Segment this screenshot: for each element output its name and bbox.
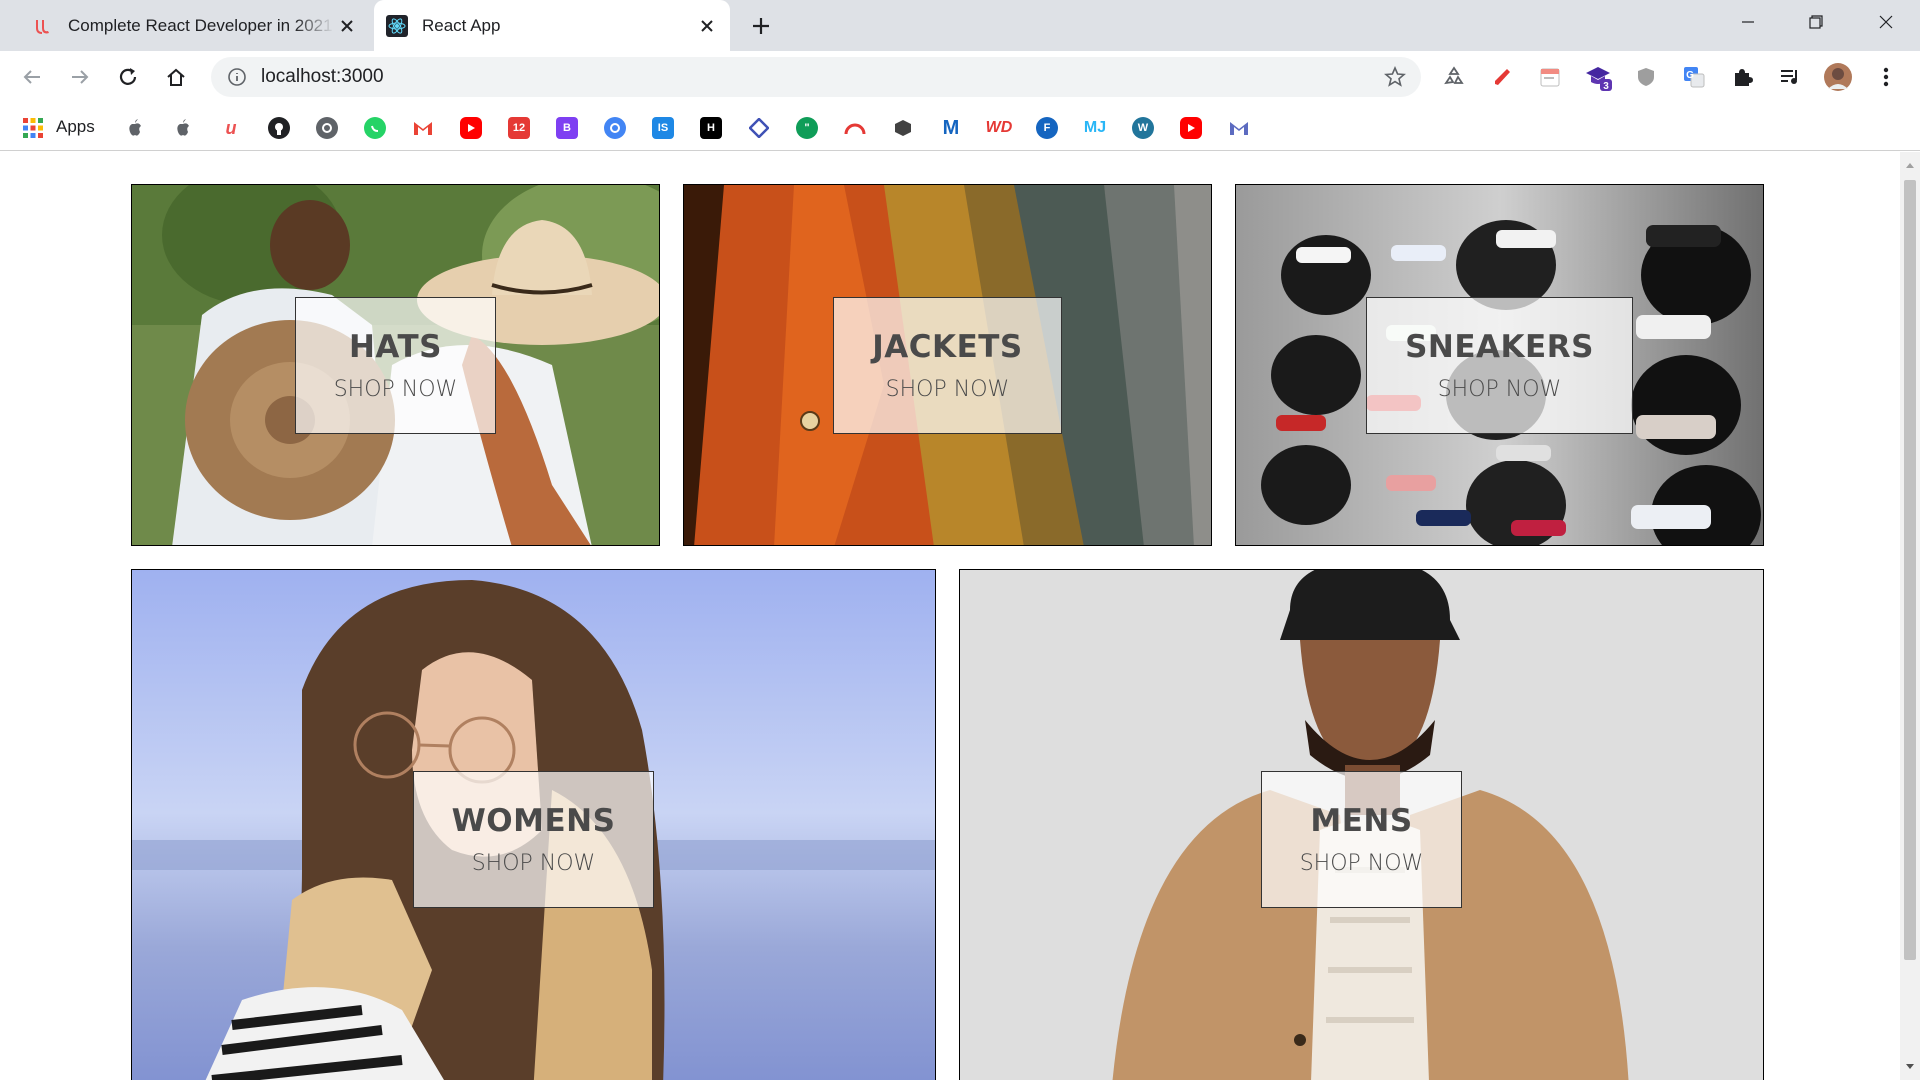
udemy-icon[interactable]: u bbox=[220, 117, 242, 139]
apple-icon[interactable] bbox=[124, 117, 146, 139]
google-translate-icon[interactable]: G bbox=[1680, 63, 1708, 91]
box-icon[interactable] bbox=[892, 117, 914, 139]
gmail-icon[interactable] bbox=[412, 117, 434, 139]
close-window-button[interactable] bbox=[1852, 0, 1920, 44]
section-title: WOMENS bbox=[451, 802, 616, 839]
chrome-icon[interactable] bbox=[604, 117, 626, 139]
apple-icon[interactable] bbox=[172, 117, 194, 139]
back-button[interactable] bbox=[16, 61, 48, 93]
youtube-icon[interactable] bbox=[460, 117, 482, 139]
hackerearth-icon[interactable]: H bbox=[700, 117, 722, 139]
page-viewport: HATS SHOP NOW JACKETS SHOP NOW SNEAKERS … bbox=[0, 152, 1900, 1080]
extension-badge-count: 3 bbox=[1603, 81, 1609, 91]
forward-button[interactable] bbox=[64, 61, 96, 93]
shop-now-label: SHOP NOW bbox=[333, 376, 458, 402]
tab-strip: Complete React Developer in 2021 React A… bbox=[0, 0, 1920, 51]
browser-toolbar: localhost:3000 3 G bbox=[0, 51, 1920, 103]
menu-item-womens[interactable]: WOMENS SHOP NOW bbox=[131, 569, 936, 1080]
graduation-cap-icon[interactable]: 3 bbox=[1584, 63, 1612, 91]
info-icon[interactable] bbox=[225, 65, 249, 89]
shield-icon[interactable] bbox=[1632, 63, 1660, 91]
github-icon[interactable] bbox=[268, 117, 290, 139]
udemy-favicon-icon bbox=[32, 15, 54, 37]
scroll-down-icon[interactable] bbox=[1904, 1060, 1916, 1074]
calendar-ext-icon[interactable] bbox=[1536, 63, 1564, 91]
arrow-left-icon bbox=[23, 70, 40, 84]
shop-now-label: SHOP NOW bbox=[1437, 376, 1562, 402]
section-title: MENS bbox=[1310, 802, 1413, 839]
section-title: HATS bbox=[348, 328, 442, 365]
jackets-content-box[interactable]: JACKETS SHOP NOW bbox=[833, 296, 1062, 434]
tab-title: Complete React Developer in 2021 bbox=[68, 15, 333, 35]
bootstrap-icon[interactable]: B bbox=[556, 117, 578, 139]
page-scrollbar[interactable] bbox=[1900, 152, 1920, 1080]
reload-button[interactable] bbox=[112, 61, 144, 93]
home-button[interactable] bbox=[160, 61, 192, 93]
womens-content-box[interactable]: WOMENS SHOP NOW bbox=[412, 770, 655, 908]
whatsapp-icon[interactable] bbox=[364, 117, 386, 139]
apps-grid-icon[interactable] bbox=[22, 117, 44, 139]
menu-item-hats[interactable]: HATS SHOP NOW bbox=[131, 184, 660, 546]
react-favicon-icon bbox=[386, 14, 408, 37]
menu-item-mens[interactable]: MENS SHOP NOW bbox=[959, 569, 1764, 1080]
gmail-icon[interactable] bbox=[1228, 117, 1250, 139]
tab-udemy[interactable]: Complete React Developer in 2021 bbox=[20, 0, 370, 51]
wd-icon[interactable]: WD bbox=[986, 117, 1013, 139]
minimize-button[interactable] bbox=[1714, 0, 1782, 44]
sneakers-content-box[interactable]: SNEAKERS SHOP NOW bbox=[1366, 296, 1633, 434]
minimize-icon bbox=[1742, 21, 1754, 23]
menu-item-sneakers[interactable]: SNEAKERS SHOP NOW bbox=[1235, 184, 1764, 546]
url-text[interactable]: localhost:3000 bbox=[261, 66, 384, 88]
scrollbar-thumb[interactable] bbox=[1904, 180, 1916, 960]
menu-item-jackets[interactable]: JACKETS SHOP NOW bbox=[683, 184, 1212, 546]
tab-react-app[interactable]: React App bbox=[374, 0, 730, 51]
close-icon bbox=[1879, 15, 1893, 29]
scroll-up-icon[interactable] bbox=[1904, 158, 1916, 172]
arrow-right-icon bbox=[72, 70, 89, 84]
section-title: SNEAKERS bbox=[1405, 328, 1594, 365]
shop-now-label: SHOP NOW bbox=[1299, 850, 1424, 876]
shop-now-label: SHOP NOW bbox=[885, 376, 1010, 402]
speedtest-icon[interactable] bbox=[844, 117, 866, 139]
hangouts-icon[interactable]: " bbox=[796, 117, 818, 139]
chrome-menu-icon[interactable] bbox=[1872, 63, 1900, 91]
close-tab-icon[interactable] bbox=[334, 13, 360, 39]
recycle-icon[interactable] bbox=[1440, 63, 1468, 91]
section-title: JACKETS bbox=[872, 328, 1023, 365]
calendar-icon[interactable]: 12 bbox=[508, 117, 530, 139]
shop-now-label: SHOP NOW bbox=[471, 850, 596, 876]
bookmarks-bar: Apps u 12 B IS H " M WD F MJ W bbox=[0, 103, 1920, 151]
reload-icon bbox=[119, 68, 137, 85]
is-icon[interactable]: IS bbox=[652, 117, 674, 139]
mj-icon[interactable]: MJ bbox=[1084, 117, 1106, 139]
profile-avatar[interactable] bbox=[1824, 63, 1852, 91]
restore-icon bbox=[1809, 15, 1823, 29]
codewars-icon[interactable] bbox=[316, 117, 338, 139]
new-tab-button[interactable] bbox=[746, 11, 776, 41]
wordpress-icon[interactable]: W bbox=[1132, 117, 1154, 139]
address-bar[interactable]: localhost:3000 bbox=[211, 57, 1421, 97]
puzzle-extensions-icon[interactable] bbox=[1728, 63, 1756, 91]
close-tab-icon[interactable] bbox=[694, 13, 720, 39]
youtube-icon[interactable] bbox=[1180, 117, 1202, 139]
apps-label[interactable]: Apps bbox=[56, 117, 95, 137]
f-icon[interactable]: F bbox=[1036, 117, 1058, 139]
pen-icon[interactable] bbox=[1488, 63, 1516, 91]
diamond-icon[interactable] bbox=[748, 117, 770, 139]
mens-content-box[interactable]: MENS SHOP NOW bbox=[1260, 770, 1463, 908]
tab-title: React App bbox=[422, 15, 501, 35]
hats-content-box[interactable]: HATS SHOP NOW bbox=[294, 296, 497, 434]
restore-button[interactable] bbox=[1782, 0, 1850, 44]
plus-icon bbox=[753, 18, 769, 34]
home-icon bbox=[167, 68, 185, 86]
svg-text:G: G bbox=[1686, 70, 1694, 81]
m-icon[interactable]: M bbox=[940, 117, 962, 139]
bookmark-star-icon[interactable] bbox=[1383, 65, 1407, 89]
media-queue-icon[interactable] bbox=[1776, 63, 1804, 91]
